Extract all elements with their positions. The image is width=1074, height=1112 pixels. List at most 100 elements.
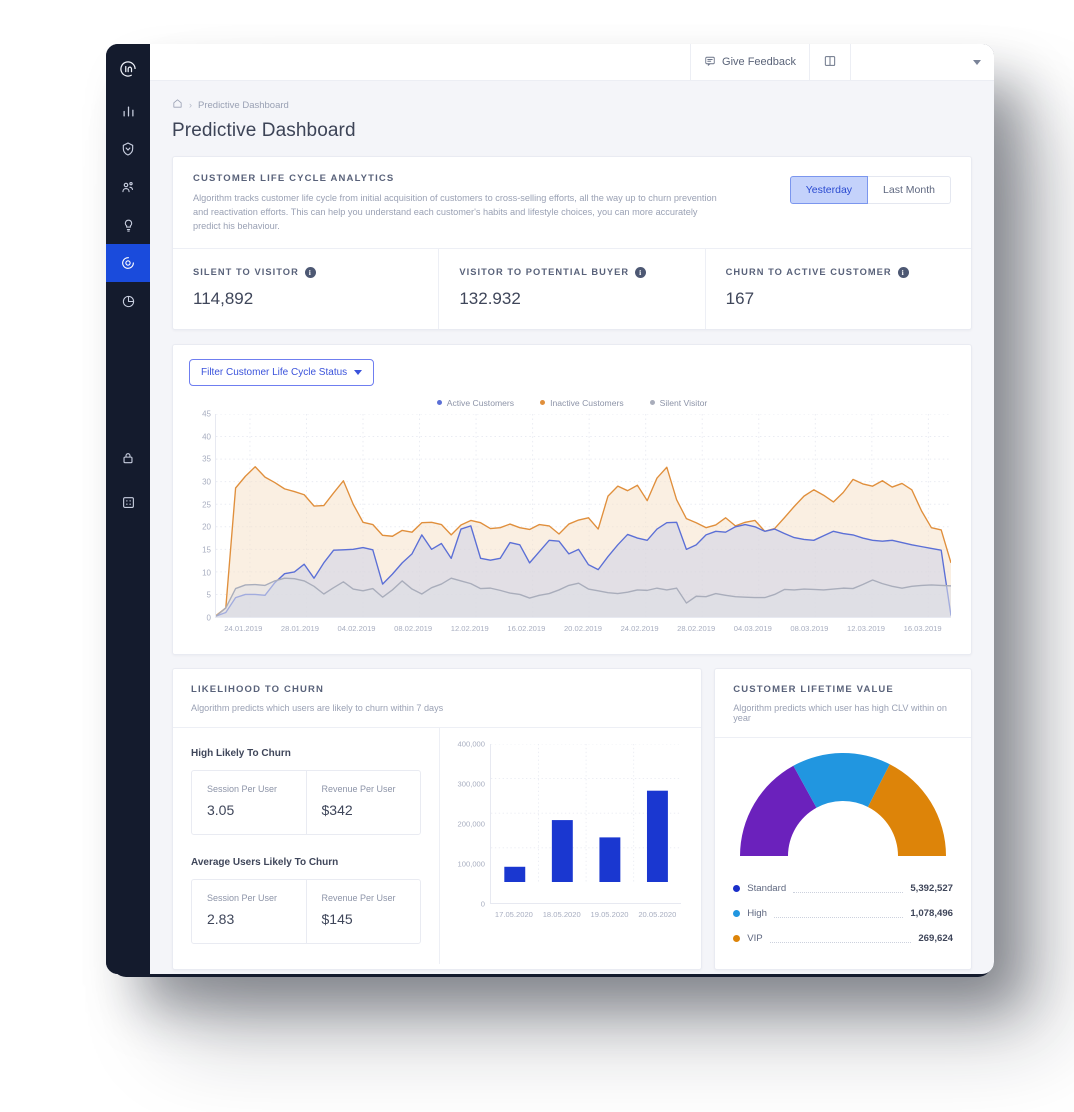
metric-value: 3.05 <box>207 801 235 818</box>
y-tick-label: 5 <box>206 590 211 600</box>
device-frame: Give Feedback › Predictive Dashboard Pre… <box>106 44 994 974</box>
legend-item[interactable]: Silent Visitor <box>649 397 708 408</box>
filter-lifecycle-status-button[interactable]: Filter Customer Life Cycle Status <box>189 358 375 386</box>
clv-legend-label: VIP <box>747 932 763 944</box>
kpi-visitor-to-potential-buyer: VISITOR TO POTENTIAL BUYER i 132.932 <box>439 248 706 329</box>
bar-x-axis: 17.05.2020 18.05.2020 19.05.2020 20.05.2020 <box>490 910 681 919</box>
customer-lifecycle-analytics-card: CUSTOMER LIFE CYCLE ANALYTICS Algorithm … <box>172 156 972 330</box>
sidebar-item-apps[interactable] <box>106 483 150 521</box>
kpi-churn-to-active-customer: CHURN TO ACTIVE CUSTOMER i 167 <box>706 249 971 329</box>
bar-x-tick-label: 18.05.2020 <box>542 909 581 919</box>
y-tick-label: 45 <box>202 409 211 419</box>
info-icon[interactable]: i <box>635 266 647 278</box>
bar-x-tick-label: 20.05.2020 <box>638 909 677 919</box>
home-icon[interactable] <box>172 98 183 112</box>
x-tick-label: 28.02.2019 <box>677 623 716 633</box>
analytics-kicker: CUSTOMER LIFE CYCLE ANALYTICS <box>193 173 395 184</box>
kpi-row: SILENT TO VISITOR i 114,892 VISITOR TO P… <box>173 247 971 329</box>
metric-session-per-user: Session Per User 2.83 <box>192 880 306 943</box>
lifecycle-x-axis: 24.01.2019 28.01.2019 04.02.2019 08.02.2019… <box>215 624 951 633</box>
lightbulb-icon <box>121 218 136 233</box>
user-menu-button[interactable] <box>850 44 994 80</box>
filter-label: Filter Customer Life Cycle Status <box>201 366 348 378</box>
info-icon[interactable]: i <box>897 266 909 278</box>
metric-revenue-per-user: Revenue Per User $145 <box>305 879 421 943</box>
range-last-month-button[interactable]: Last Month <box>868 176 951 204</box>
breadcrumb-current[interactable]: Predictive Dashboard <box>198 100 289 111</box>
clv-legend-row: Standard 5,392,527 <box>731 876 955 901</box>
metric-value: $145 <box>321 910 353 927</box>
churn-group-table: Session Per User 3.05 Revenue Per User $… <box>191 769 421 835</box>
legend-label: Inactive Customers <box>550 397 624 408</box>
sidebar-item-audience[interactable] <box>106 168 150 206</box>
comment-icon <box>704 55 716 70</box>
y-tick-label: 20 <box>202 522 211 532</box>
breadcrumb-separator: › <box>189 100 192 110</box>
chevron-down-icon <box>973 59 981 65</box>
bar-y-tick-label: 100,000 <box>457 859 485 869</box>
bar-y-tick-label: 0 <box>480 899 485 909</box>
clv-gauge-chart <box>731 752 955 864</box>
clv-legend-label: High <box>747 907 767 919</box>
give-feedback-label: Give Feedback <box>722 56 796 68</box>
sidebar-item-privacy[interactable] <box>106 439 150 477</box>
sidebar <box>106 44 150 974</box>
churn-group-table: Session Per User 2.83 Revenue Per User $… <box>191 878 421 944</box>
clv-dotted-filler <box>793 884 904 893</box>
x-tick-label: 04.02.2019 <box>337 623 376 633</box>
churn-kicker: LIKELIHOOD TO CHURN <box>191 683 325 695</box>
caret-down-icon <box>354 369 363 375</box>
sidebar-item-security[interactable] <box>106 130 150 168</box>
bottom-panels: LIKELIHOOD TO CHURN Algorithm predicts w… <box>172 667 972 974</box>
metric-label: Session Per User <box>207 783 278 794</box>
clv-kicker: CUSTOMER LIFETIME VALUE <box>733 683 894 695</box>
x-tick-label: 16.02.2019 <box>507 623 546 633</box>
clv-legend-row: VIP 269,624 <box>731 926 955 951</box>
clv-dotted-filler <box>769 934 912 943</box>
legend-item[interactable]: Inactive Customers <box>540 398 624 408</box>
sidebar-item-predictive[interactable] <box>106 244 150 282</box>
in-logo-icon[interactable] <box>106 46 150 92</box>
clv-legend-value: 1,078,496 <box>910 907 953 919</box>
metric-value: 2.83 <box>207 910 235 927</box>
legend-label: Active Customers <box>446 397 515 408</box>
date-range-toggle: Yesterday Last Month <box>789 176 951 204</box>
likelihood-to-churn-panel: LIKELIHOOD TO CHURN Algorithm predicts w… <box>172 667 703 970</box>
clv-description: Algorithm predicts which user has high C… <box>733 702 947 723</box>
x-tick-label: 24.02.2019 <box>620 623 659 633</box>
x-tick-label: 24.01.2019 <box>224 623 263 633</box>
lifecycle-area-chart: 0 5 10 15 20 25 30 35 40 45 24.01.2019 28.01.2019 0… <box>189 409 955 646</box>
metric-label: Revenue Per User <box>321 892 396 903</box>
lifecycle-chart-card: Filter Customer Life Cycle Status Active… <box>172 343 972 655</box>
legend-label: Silent Visitor <box>659 397 708 408</box>
x-tick-label: 08.03.2019 <box>790 623 829 633</box>
bar-y-tick-label: 300,000 <box>457 779 485 789</box>
page-title: Predictive Dashboard <box>172 120 356 141</box>
app-canvas: Give Feedback › Predictive Dashboard Pre… <box>150 44 994 974</box>
kpi-value: 167 <box>725 288 755 308</box>
y-tick-label: 25 <box>202 500 211 510</box>
bar-x-tick-label: 17.05.2020 <box>494 909 533 919</box>
sidebar-item-reports[interactable] <box>106 282 150 320</box>
metric-value: $342 <box>321 801 353 818</box>
book-icon <box>823 54 837 71</box>
metric-revenue-per-user: Revenue Per User $342 <box>305 770 421 834</box>
sidebar-item-analytics[interactable] <box>106 92 150 130</box>
y-tick-label: 40 <box>202 432 211 442</box>
range-yesterday-button[interactable]: Yesterday <box>789 176 869 204</box>
x-tick-label: 20.02.2019 <box>563 623 602 633</box>
give-feedback-button[interactable]: Give Feedback <box>690 44 809 80</box>
pie-chart-icon <box>121 294 136 309</box>
bar-y-tick-label: 200,000 <box>457 819 485 829</box>
churn-description: Algorithm predicts which users are likel… <box>191 702 444 713</box>
x-tick-label: 08.02.2019 <box>394 623 433 633</box>
lifecycle-plot-area <box>215 413 951 618</box>
metric-session-per-user: Session Per User 3.05 <box>192 771 306 834</box>
sidebar-item-insights[interactable] <box>106 206 150 244</box>
clv-legend-value: 269,624 <box>918 932 953 944</box>
info-icon[interactable]: i <box>304 266 316 278</box>
legend-item[interactable]: Active Customers <box>436 397 515 408</box>
clv-legend-dot <box>733 934 741 942</box>
guide-book-button[interactable] <box>809 44 850 80</box>
clv-legend-row: High 1,078,496 <box>731 901 955 926</box>
